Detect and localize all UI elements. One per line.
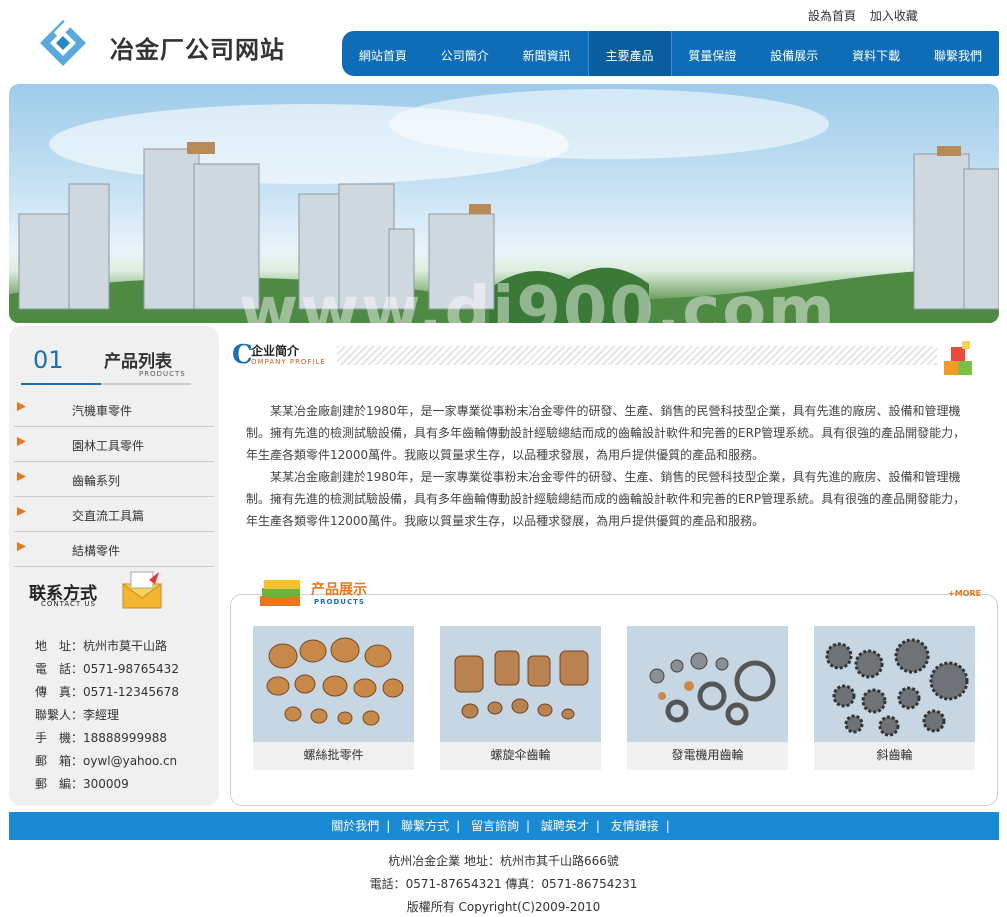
sidebar-item-label: 汽機車零件 — [72, 404, 133, 418]
logo-icon[interactable] — [38, 18, 88, 68]
contact-info: 地 址：杭州市莫干山路 電 話：0571-98765432 傳 真：0571-1… — [35, 637, 215, 798]
footer-phone: 電話：0571-87654321 傳真：0571-86754231 — [369, 877, 638, 891]
arrow-icon — [17, 542, 26, 551]
top-links: 設為首頁 加入收藏 — [808, 7, 928, 24]
product-image — [627, 626, 788, 742]
section-letter: C — [232, 340, 253, 370]
sidebar-divider — [21, 383, 191, 385]
nav-downloads[interactable]: 資料下載 — [835, 31, 917, 76]
product-image — [253, 626, 414, 742]
nav-quality[interactable]: 質量保證 — [672, 31, 754, 76]
separator: | — [665, 819, 670, 833]
sidebar-item-structural-parts[interactable]: 結構零件 — [14, 532, 214, 567]
contact-address: 地 址：杭州市莫干山路 — [35, 639, 168, 653]
product-card[interactable]: 螺旋伞齒輪 — [440, 626, 601, 770]
product-name: 斜齒輪 — [876, 748, 913, 762]
footer-link-message[interactable]: 留言諮詢 — [471, 819, 519, 833]
contact-subtitle: CONTACT US — [41, 600, 96, 608]
footer-link-contact[interactable]: 聯繫方式 — [401, 819, 449, 833]
arrow-icon — [17, 507, 26, 516]
footer-link-friends[interactable]: 友情鏈接 — [611, 819, 659, 833]
banner-watermark: www.di900.com — [239, 274, 837, 323]
sidebar-item-label: 園林工具零件 — [72, 439, 145, 453]
footer-address: 杭州冶金企業 地址：杭州市其千山路666號 — [388, 854, 619, 868]
nav-equipment[interactable]: 設備展示 — [753, 31, 835, 76]
product-showcase-header: 产品展示 PRODUCTS +MORE — [256, 574, 986, 614]
footer-info: 杭州冶金企業 地址：杭州市其千山路666號 電話：0571-87654321 傳… — [0, 850, 1007, 917]
nav-news[interactable]: 新聞資訊 — [506, 31, 588, 76]
product-card[interactable]: 斜齒輪 — [814, 626, 975, 770]
arrow-icon — [17, 472, 26, 481]
section-title: 企业简介 — [251, 344, 300, 358]
sidebar-item-label: 交直流工具篇 — [72, 509, 145, 523]
contact-postcode: 郵 編：300009 — [35, 777, 129, 791]
company-profile-header: C 企业简介 OMPANY PROFILE — [230, 336, 998, 384]
sidebar-title: 产品列表 — [104, 352, 172, 372]
contact-mobile: 手 機：18888999988 — [35, 731, 167, 745]
arrow-icon — [17, 402, 26, 411]
set-homepage-link[interactable]: 設為首頁 — [808, 9, 856, 23]
main-nav: 網站首頁 公司簡介 新聞資訊 主要產品 質量保證 設備展示 資料下載 聯繫我們 — [342, 31, 999, 76]
intro-paragraph: 某某冶金廠創建於1980年，是一家專業從事粉末冶金零件的研發、生產、銷售的民營科… — [246, 470, 966, 528]
nav-about[interactable]: 公司簡介 — [424, 31, 506, 76]
add-favorite-link[interactable]: 加入收藏 — [870, 9, 918, 23]
arrow-icon — [17, 437, 26, 446]
separator: | — [525, 819, 531, 833]
sidebar-item-acdc-tools[interactable]: 交直流工具篇 — [14, 497, 214, 532]
banner-image: www.di900.com — [9, 84, 999, 323]
sidebar-item-gears[interactable]: 齒輪系列 — [14, 462, 214, 497]
section-subtitle: PRODUCTS — [314, 598, 365, 606]
intro-paragraph: 某某冶金廠創建於1980年，是一家專業從事粉末冶金零件的研發、生產、銷售的民營科… — [246, 404, 966, 462]
building-blocks-icon — [944, 341, 972, 375]
footer-copyright: 版權所有 Copyright(C)2009-2010 — [406, 900, 601, 914]
contact-phone: 電 話：0571-98765432 — [35, 662, 179, 676]
product-name: 螺絲批零件 — [303, 748, 364, 762]
more-link[interactable]: +MORE — [948, 589, 981, 598]
product-image — [814, 626, 975, 742]
nav-home[interactable]: 網站首頁 — [342, 31, 424, 76]
sidebar-item-label: 齒輪系列 — [72, 474, 121, 488]
footer-links-bar: 關於我們 | 聯繫方式 | 留言諮詢 | 誠聘英才 | 友情鏈接 | — [9, 812, 999, 840]
sidebar-item-auto-parts[interactable]: 汽機車零件 — [14, 392, 214, 427]
separator: | — [456, 819, 461, 833]
books-icon — [260, 580, 300, 606]
sidebar-number: 01 — [33, 346, 64, 374]
product-category-list: 汽機車零件 園林工具零件 齒輪系列 交直流工具篇 結構零件 — [9, 392, 219, 567]
sidebar-item-label: 結構零件 — [72, 544, 121, 558]
section-subtitle: OMPANY PROFILE — [251, 358, 326, 366]
product-image — [440, 626, 601, 742]
product-card[interactable]: 發電機用齒輪 — [627, 626, 788, 770]
nav-products[interactable]: 主要產品 — [587, 31, 672, 76]
company-intro: 某某冶金廠創建於1980年，是一家專業從事粉末冶金零件的研發、生產、銷售的民營科… — [246, 400, 966, 532]
nav-contact[interactable]: 聯繫我們 — [917, 31, 999, 76]
sidebar-item-garden-tools[interactable]: 園林工具零件 — [14, 427, 214, 462]
sidebar-subtitle: PRODUCTS — [139, 370, 186, 378]
header-stripe — [337, 346, 937, 365]
contact-email: 郵 箱：oywl@yahoo.cn — [35, 754, 178, 768]
sidebar: 01 产品列表 PRODUCTS 汽機車零件 園林工具零件 齒輪系列 交直流工具… — [9, 326, 219, 806]
section-title: 产品展示 — [311, 582, 367, 598]
separator: | — [386, 819, 391, 833]
product-name: 螺旋伞齒輪 — [490, 748, 551, 762]
footer-link-about[interactable]: 關於我們 — [331, 819, 379, 833]
envelope-icon — [121, 571, 163, 609]
contact-fax: 傳 真：0571-12345678 — [35, 685, 179, 699]
contact-person: 聯繫人：李經理 — [35, 708, 120, 722]
footer-link-careers[interactable]: 誠聘英才 — [541, 819, 589, 833]
separator: | — [595, 819, 600, 833]
site-name: 冶金厂公司网站 — [110, 35, 285, 64]
product-card[interactable]: 螺絲批零件 — [253, 626, 414, 770]
product-name: 發電機用齒輪 — [671, 748, 744, 762]
